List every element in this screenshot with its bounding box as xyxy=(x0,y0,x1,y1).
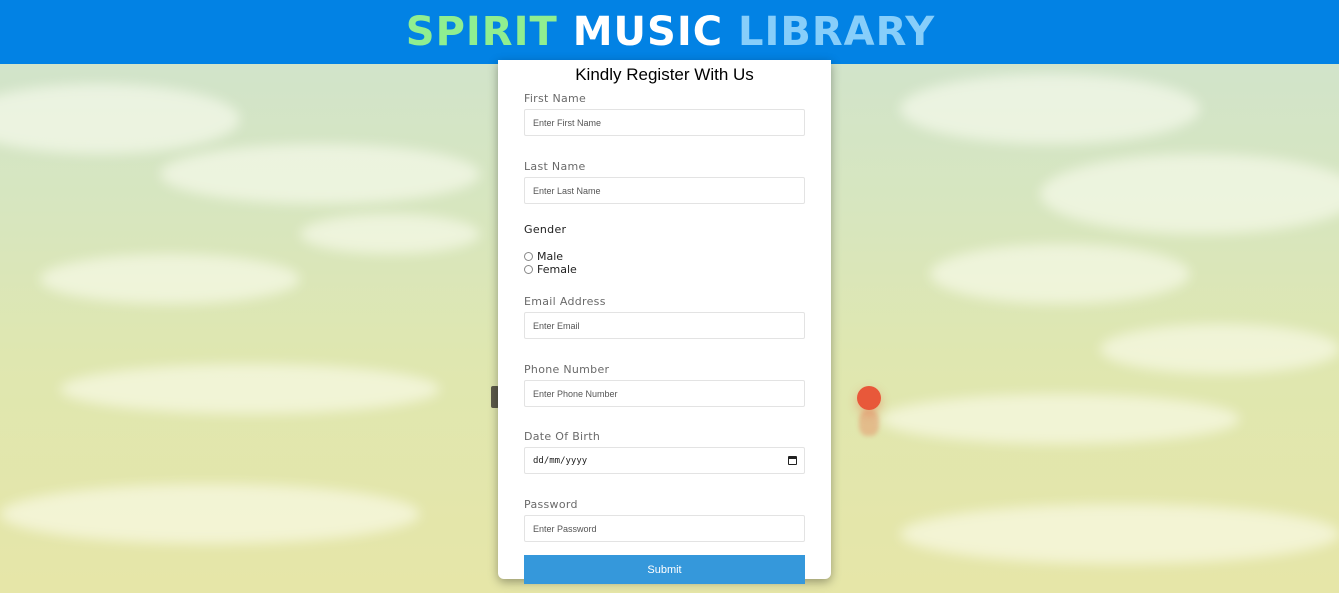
password-label: Password xyxy=(524,498,578,511)
site-title-word-2: MUSIC xyxy=(572,9,724,55)
background-buoy xyxy=(857,386,881,410)
site-title: SPIRIT MUSIC LIBRARY xyxy=(404,9,935,55)
dob-label: Date Of Birth xyxy=(524,430,601,443)
password-input[interactable] xyxy=(524,515,805,542)
gender-label: Gender xyxy=(524,223,567,236)
form-heading: Kindly Register With Us xyxy=(575,65,754,84)
male-radio[interactable] xyxy=(524,252,533,261)
phone-input[interactable] xyxy=(524,380,805,407)
gender-option-male[interactable]: Male xyxy=(524,250,805,263)
dob-placeholder: dd/mm/yyyy xyxy=(533,455,588,466)
phone-label: Phone Number xyxy=(524,363,610,376)
female-label: Female xyxy=(537,263,577,276)
gender-option-female[interactable]: Female xyxy=(524,263,805,276)
email-label: Email Address xyxy=(524,295,606,308)
first-name-label: First Name xyxy=(524,92,587,105)
calendar-icon[interactable] xyxy=(788,456,797,465)
email-input[interactable] xyxy=(524,312,805,339)
submit-button[interactable]: Submit xyxy=(524,555,805,584)
site-title-word-3: LIBRARY xyxy=(738,9,936,55)
dob-input[interactable]: dd/mm/yyyy xyxy=(524,447,805,474)
background-buoy-reflection xyxy=(859,410,879,436)
last-name-label: Last Name xyxy=(524,160,586,173)
male-label: Male xyxy=(537,250,564,263)
female-radio[interactable] xyxy=(524,265,533,274)
site-header: SPIRIT MUSIC LIBRARY xyxy=(0,0,1339,64)
gender-options: Male Female xyxy=(524,250,805,276)
last-name-input[interactable] xyxy=(524,177,805,204)
first-name-input[interactable] xyxy=(524,109,805,136)
site-title-word-1: SPIRIT xyxy=(405,9,558,55)
registration-form: Kindly Register With Us First Name Last … xyxy=(498,60,831,584)
